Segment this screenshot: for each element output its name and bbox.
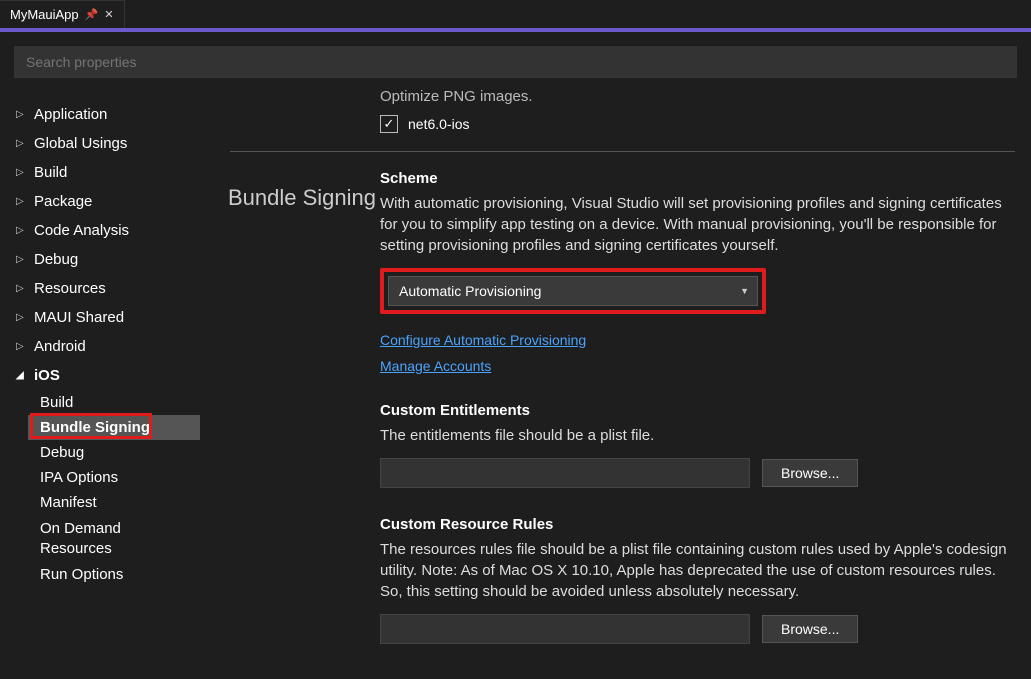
document-tab[interactable]: MyMauiApp 📌 ✕ bbox=[0, 0, 125, 28]
scheme-dropdown-value: Automatic Provisioning bbox=[399, 283, 541, 299]
section-title: Bundle Signing bbox=[228, 184, 376, 212]
tab-bar: MyMauiApp 📌 ✕ bbox=[0, 0, 1031, 28]
close-icon[interactable]: ✕ bbox=[104, 8, 113, 21]
chevron-right-icon: ▷ bbox=[16, 283, 26, 294]
chevron-right-icon: ▷ bbox=[16, 196, 26, 207]
sidebar-item-global-usings[interactable]: ▷ Global Usings bbox=[0, 129, 200, 158]
entitlements-title: Custom Entitlements bbox=[380, 402, 1015, 419]
chevron-right-icon: ▷ bbox=[16, 109, 26, 120]
chevron-right-icon: ▷ bbox=[16, 167, 26, 178]
sidebar-item-label: Resources bbox=[34, 280, 106, 297]
truncated-previous-section: Optimize PNG images. bbox=[380, 88, 1015, 105]
sidebar: ▷ Application ▷ Global Usings ▷ Build ▷ Pack… bbox=[0, 92, 200, 679]
chevron-right-icon: ▷ bbox=[16, 225, 26, 236]
resource-rules-browse-button[interactable]: Browse... bbox=[762, 615, 858, 643]
entitlements-path-input[interactable] bbox=[380, 458, 750, 488]
sidebar-sub-debug[interactable]: Debug bbox=[0, 440, 200, 465]
entitlements-description: The entitlements file should be a plist … bbox=[380, 425, 1015, 446]
content-panel: Optimize PNG images. ✓ net6.0-ios Bundle… bbox=[200, 92, 1031, 679]
sidebar-item-label: Global Usings bbox=[34, 135, 127, 152]
sidebar-sub-run-options[interactable]: Run Options bbox=[0, 562, 200, 587]
scheme-description: With automatic provisioning, Visual Stud… bbox=[380, 193, 1015, 256]
tab-title: MyMauiApp bbox=[10, 7, 79, 22]
sidebar-item-android[interactable]: ▷ Android bbox=[0, 332, 200, 361]
sidebar-item-label: Android bbox=[34, 338, 86, 355]
section-divider bbox=[230, 151, 1015, 152]
pin-icon[interactable]: 📌 bbox=[85, 8, 99, 21]
sidebar-sub-manifest[interactable]: Manifest bbox=[0, 490, 200, 515]
sidebar-item-label: Code Analysis bbox=[34, 222, 129, 239]
search-row bbox=[0, 32, 1031, 92]
scheme-dropdown[interactable]: Automatic Provisioning ▼ bbox=[388, 276, 758, 306]
configure-provisioning-link[interactable]: Configure Automatic Provisioning bbox=[380, 332, 586, 348]
sidebar-item-resources[interactable]: ▷ Resources bbox=[0, 274, 200, 303]
sidebar-item-application[interactable]: ▷ Application bbox=[0, 100, 200, 129]
resource-rules-title: Custom Resource Rules bbox=[380, 516, 1015, 533]
entitlements-browse-button[interactable]: Browse... bbox=[762, 459, 858, 487]
search-input[interactable] bbox=[14, 46, 1017, 78]
sidebar-item-label: Application bbox=[34, 106, 107, 123]
sidebar-item-build[interactable]: ▷ Build bbox=[0, 158, 200, 187]
scheme-title: Scheme bbox=[380, 170, 1015, 187]
sidebar-item-ios[interactable]: ◢ iOS bbox=[0, 361, 200, 390]
chevron-right-icon: ▷ bbox=[16, 138, 26, 149]
resource-rules-path-input[interactable] bbox=[380, 614, 750, 644]
highlight-box: Automatic Provisioning ▼ bbox=[380, 268, 766, 314]
chevron-down-icon: ◢ bbox=[16, 370, 26, 381]
manage-accounts-link[interactable]: Manage Accounts bbox=[380, 358, 491, 374]
chevron-right-icon: ▷ bbox=[16, 254, 26, 265]
sidebar-item-label: Debug bbox=[34, 251, 78, 268]
sidebar-item-label: MAUI Shared bbox=[34, 309, 124, 326]
sidebar-item-label: Package bbox=[34, 193, 92, 210]
chevron-right-icon: ▷ bbox=[16, 341, 26, 352]
target-framework-checkbox[interactable]: ✓ bbox=[380, 115, 398, 133]
sidebar-item-label: iOS bbox=[34, 367, 60, 384]
sidebar-sub-ipa-options[interactable]: IPA Options bbox=[0, 465, 200, 490]
chevron-down-icon: ▼ bbox=[740, 286, 749, 296]
sidebar-item-label: Build bbox=[34, 164, 67, 181]
sidebar-sub-build[interactable]: Build bbox=[0, 390, 200, 415]
sidebar-item-code-analysis[interactable]: ▷ Code Analysis bbox=[0, 216, 200, 245]
target-framework-label: net6.0-ios bbox=[408, 116, 469, 132]
target-framework-row: ✓ net6.0-ios bbox=[380, 115, 1015, 133]
sidebar-sub-bundle-signing-wrap: Bundle Signing bbox=[0, 415, 200, 440]
sidebar-sub-bundle-signing[interactable]: Bundle Signing bbox=[0, 415, 200, 440]
sidebar-item-debug[interactable]: ▷ Debug bbox=[0, 245, 200, 274]
resource-rules-description: The resources rules file should be a pli… bbox=[380, 539, 1015, 602]
sidebar-sub-on-demand-resources[interactable]: On Demand Resources bbox=[0, 515, 200, 562]
sidebar-item-package[interactable]: ▷ Package bbox=[0, 187, 200, 216]
chevron-right-icon: ▷ bbox=[16, 312, 26, 323]
sidebar-item-maui-shared[interactable]: ▷ MAUI Shared bbox=[0, 303, 200, 332]
